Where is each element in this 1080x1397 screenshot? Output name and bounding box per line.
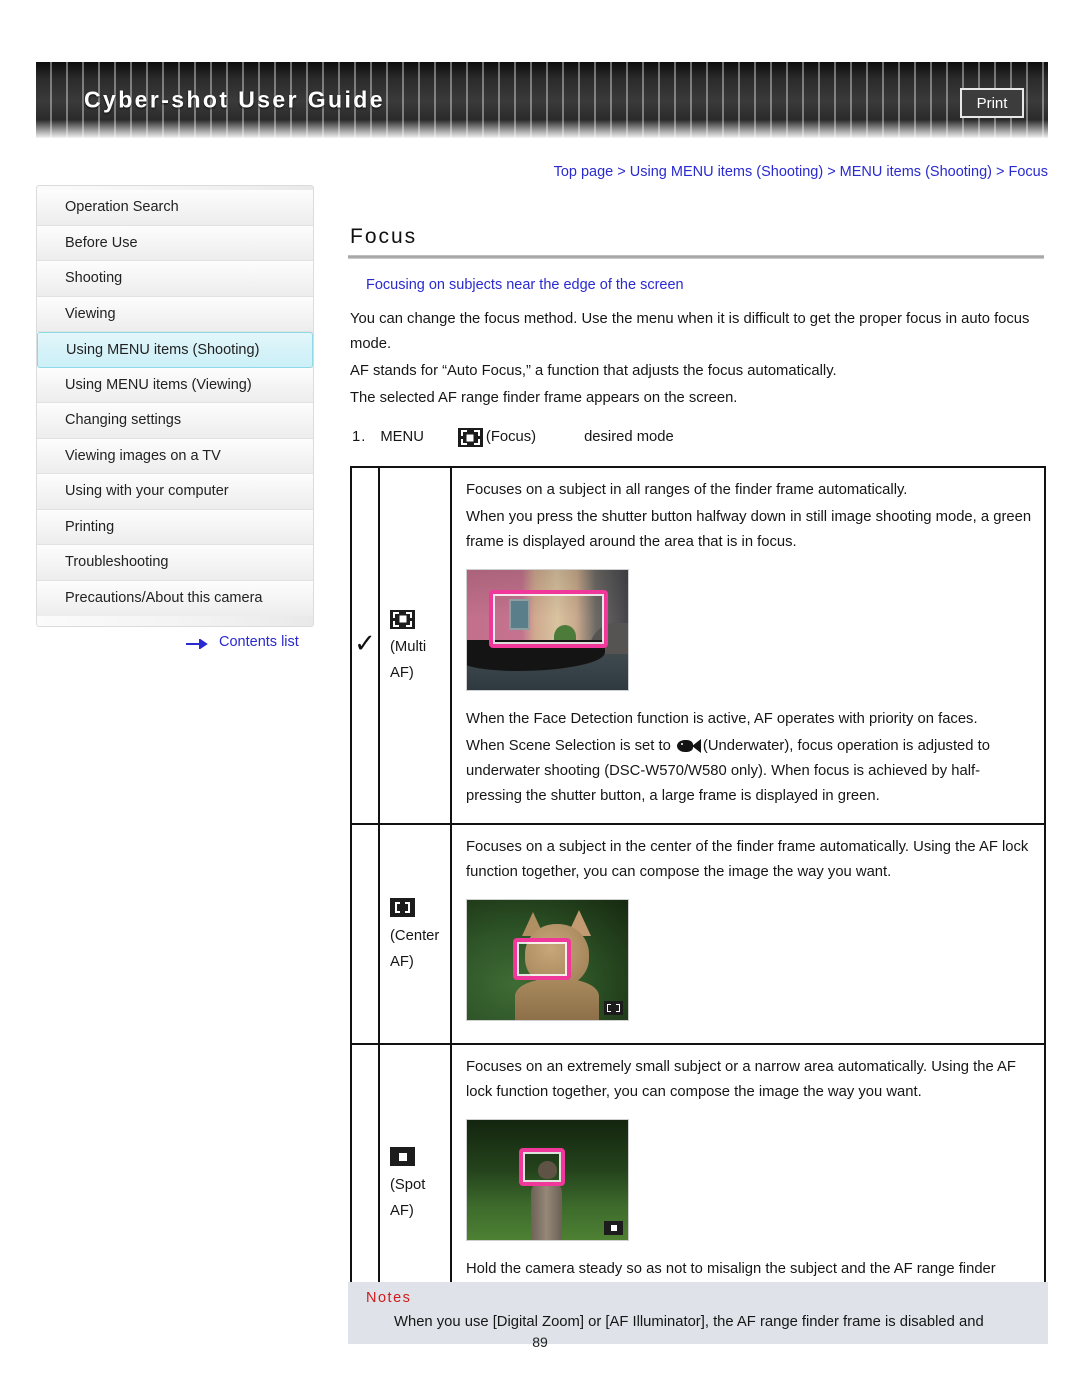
intro-paragraph-1: You can change the focus method. Use the… [350,311,1030,352]
checkmark-icon: ✓ [354,628,376,658]
title-divider [348,255,1044,259]
sidebar-item-printing[interactable]: Printing [37,509,313,545]
mode-label-line1: (Center [390,927,440,944]
sidebar-item-before-use[interactable]: Before Use [37,225,313,261]
mode-label-line2: AF) [390,1202,414,1219]
mode-label-line1: (Spot [390,1176,426,1193]
sidebar-item-operation-search[interactable]: Operation Search [37,190,313,226]
venice-gondola-thumbnail [466,569,629,691]
step-focus-label: (Focus) [485,429,537,445]
step-desired-mode-label: desired mode [584,429,674,445]
table-row: (Center AF) Focuses on a subject in the … [350,823,1046,1045]
spot-af-badge-icon [604,1221,623,1235]
bird-post-thumbnail [466,1119,629,1241]
mode-cell-multi-af: (Multi AF) [378,466,452,825]
description-line: Focuses on a subject in all ranges of th… [466,482,908,498]
default-checkmark-cell [350,823,380,1045]
description-line-underwater: When Scene Selection is set to (Underwat… [466,734,1034,809]
app-title: Cyber-shot User Guide [84,86,385,113]
app-header: Cyber-shot User Guide Print [36,62,1048,138]
description-line: Focuses on an extremely small subject or… [466,1059,1016,1100]
contents-list-label: Contents list [219,634,299,650]
sidebar-item-precautions-about-this-camera[interactable]: Precautions/About this camera [37,580,313,616]
wooden-post [531,1184,562,1240]
page-title: Focus [350,225,418,248]
description-line: When the Face Detection function is acti… [466,711,978,727]
af-range-finder-frame [489,590,608,648]
multi-af-icon [457,428,483,447]
fish-underwater-icon [676,739,701,753]
center-af-badge-icon [604,1001,623,1015]
sidebar-item-viewing-images-on-a-tv[interactable]: Viewing images on a TV [37,438,313,474]
contents-list-link[interactable]: Contents list [186,634,299,650]
subsection-link[interactable]: Focusing on subjects near the edge of th… [366,277,1048,293]
print-button[interactable]: Print [960,88,1024,118]
mode-label-line2: AF) [390,953,414,970]
description-cell-multi-af: Focuses on a subject in all ranges of th… [450,466,1046,825]
table-row: ✓ (Multi AF) Focuses on a subject in all… [350,466,1046,825]
mode-label-line2: AF) [390,665,414,681]
af-range-finder-frame [519,1148,565,1186]
page-root: Cyber-shot User Guide Print Top page > U… [0,0,1080,1397]
arrow-right-icon [186,637,212,650]
sidebar-item-troubleshooting[interactable]: Troubleshooting [37,545,313,581]
underwater-text-before: When Scene Selection is set to [466,738,675,754]
spot-af-icon [390,1147,415,1167]
cat-thumbnail [466,899,629,1021]
intro-paragraph-2: AF stands for “Auto Focus,” a function t… [350,363,837,379]
description-line: When you press the shutter button halfwa… [466,509,1032,550]
cat-body [515,979,600,1020]
page-number: 89 [532,1334,548,1350]
sidebar-item-shooting[interactable]: Shooting [37,261,313,297]
description-cell-center-af: Focuses on a subject in the center of th… [450,823,1046,1045]
step-instruction: 1. MENU (Focus) desired mode [352,425,1048,450]
mode-cell-center-af: (Center AF) [378,823,452,1045]
mode-label-line1: (Multi [390,639,427,655]
default-checkmark-cell: ✓ [350,466,380,825]
intro-paragraph-3: The selected AF range finder frame appea… [350,390,738,406]
description-cell-spot-af: Focuses on an extremely small subject or… [450,1043,1046,1323]
table-row: (Spot AF) Focuses on an extremely small … [350,1043,1046,1323]
mode-cell-spot-af: (Spot AF) [378,1043,452,1323]
breadcrumb[interactable]: Top page > Using MENU items (Shooting) >… [486,164,1048,180]
description-line: Focuses on a subject in the center of th… [466,839,1029,880]
multi-af-icon [390,609,415,629]
center-af-icon [390,898,415,918]
sidebar-item-using-with-your-computer[interactable]: Using with your computer [37,474,313,510]
step-number: 1. [352,429,367,445]
step-menu-label: MENU [380,429,424,445]
main-content: Focus Focusing on subjects near the edge… [348,225,1048,1323]
sidebar-item-changing-settings[interactable]: Changing settings [37,403,313,439]
sidebar-item-using-menu-items-shooting[interactable]: Using MENU items (Shooting) [37,332,313,368]
sidebar-item-viewing[interactable]: Viewing [37,296,313,332]
af-modes-table: ✓ (Multi AF) Focuses on a subject in all… [350,466,1046,1323]
notes-body: When you use [Digital Zoom] or [AF Illum… [394,1314,984,1330]
notes-title: Notes [366,1290,412,1306]
default-checkmark-cell [350,1043,380,1323]
af-range-finder-frame [513,938,571,980]
sidebar-nav: Operation Search Before Use Shooting Vie… [36,185,314,627]
sidebar-item-using-menu-items-viewing[interactable]: Using MENU items (Viewing) [37,367,313,403]
